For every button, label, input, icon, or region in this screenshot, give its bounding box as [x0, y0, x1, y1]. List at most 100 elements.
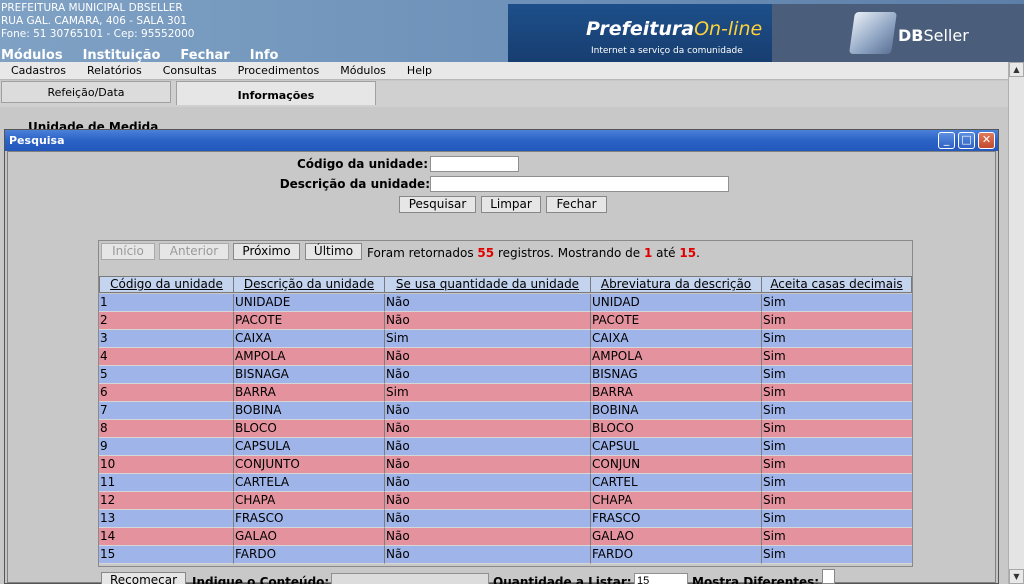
codigo-input[interactable] [430, 156, 519, 172]
results-grid: Início Anterior Próximo Último Foram ret… [98, 240, 913, 584]
quantidade-label: Quantidade a Listar: [493, 575, 632, 584]
cell-descricao: PACOTE [233, 312, 384, 330]
top-menu-modulos[interactable]: Módulos [1, 48, 63, 63]
total-count: 55 [477, 246, 495, 260]
cell-codigo: 1 [99, 294, 233, 312]
table-header: Código da unidade Descrição da unidade S… [99, 276, 912, 293]
cell-descricao: GALAO [233, 528, 384, 546]
page-scrollbar[interactable]: ▲ ▼ [1008, 62, 1024, 584]
table-row[interactable]: 12 CHAPA Não CHAPA Sim [99, 492, 912, 510]
cell-usa-quantidade: Não [384, 510, 590, 528]
quantidade-input[interactable] [634, 573, 688, 584]
menu-relatorios[interactable]: Relatórios [76, 62, 152, 79]
maximize-icon[interactable]: □ [958, 132, 975, 149]
address-line: RUA GAL. CAMARA, 406 - SALA 301 [1, 15, 188, 27]
app-header: PREFEITURA MUNICIPAL DBSELLER RUA GAL. C… [0, 0, 1024, 63]
table-row[interactable]: 9 CAPSULA Não CAPSUL Sim [99, 438, 912, 456]
table-row[interactable]: 6 BARRA Sim BARRA Sim [99, 384, 912, 402]
results-summary: Foram retornados 55 registros. Mostrando… [367, 246, 700, 260]
codigo-label: Código da unidade: [296, 157, 428, 171]
tab-refeicao-data[interactable]: Refeição/Data [1, 81, 171, 103]
col-header-codigo[interactable]: Código da unidade [99, 276, 233, 293]
table-row[interactable]: 15 FARDO Não FARDO Sim [99, 546, 912, 564]
cell-abreviatura: UNIDAD [590, 294, 761, 312]
table-row[interactable]: 7 BOBINA Não BOBINA Sim [99, 402, 912, 420]
table-row[interactable]: 11 CARTELA Não CARTEL Sim [99, 474, 912, 492]
mostra-diferentes-checkbox[interactable] [822, 569, 835, 584]
cell-codigo: 2 [99, 312, 233, 330]
cell-usa-quantidade: Não [384, 366, 590, 384]
ultimo-button[interactable]: Último [305, 243, 362, 260]
tab-informacoes[interactable]: Informações [176, 81, 376, 105]
brand-db: DB [898, 26, 924, 45]
table-row[interactable]: 1 UNIDADE Não UNIDAD Sim [99, 294, 912, 312]
tab-bar: Refeição/Data Informações [0, 81, 1008, 107]
col-header-abreviatura[interactable]: Abreviatura da descrição [590, 276, 761, 293]
cell-casas-decimais: Sim [761, 438, 912, 456]
table-row[interactable]: 13 FRASCO Não FRASCO Sim [99, 510, 912, 528]
table-row[interactable]: 8 BLOCO Não BLOCO Sim [99, 420, 912, 438]
cell-usa-quantidade: Não [384, 474, 590, 492]
cell-descricao: FARDO [233, 546, 384, 564]
cell-abreviatura: FARDO [590, 546, 761, 564]
table-row[interactable]: 14 GALAO Não GALAO Sim [99, 528, 912, 546]
pesquisar-button[interactable]: Pesquisar [399, 196, 476, 213]
cell-descricao: BARRA [233, 384, 384, 402]
col-header-casas-decimais[interactable]: Aceita casas decimais [761, 276, 912, 293]
col-header-descricao[interactable]: Descrição da unidade [233, 276, 384, 293]
table-row[interactable]: 10 CONJUNTO Não CONJUN Sim [99, 456, 912, 474]
indique-input[interactable] [331, 573, 489, 584]
cell-abreviatura: BOBINA [590, 402, 761, 420]
anterior-button[interactable]: Anterior [159, 243, 229, 260]
summary-mid: registros. Mostrando de [494, 246, 644, 260]
table-row[interactable]: 2 PACOTE Não PACOTE Sim [99, 312, 912, 330]
summary-prefix: Foram retornados [367, 246, 478, 260]
limpar-button[interactable]: Limpar [481, 196, 541, 213]
cell-descricao: CONJUNTO [233, 456, 384, 474]
window-titlebar[interactable]: Pesquisa _ □ ✕ [5, 130, 998, 151]
menu-consultas[interactable]: Consultas [152, 62, 227, 79]
scroll-up-icon[interactable]: ▲ [1009, 62, 1024, 77]
menu-procedimentos[interactable]: Procedimentos [227, 62, 330, 79]
top-menu-fechar[interactable]: Fechar [180, 48, 229, 63]
menu-modulos[interactable]: Módulos [329, 62, 396, 79]
col-header-usa-quantidade[interactable]: Se usa quantidade da unidade [384, 276, 590, 293]
close-icon[interactable]: ✕ [978, 132, 995, 149]
cell-codigo: 13 [99, 510, 233, 528]
cell-abreviatura: CARTEL [590, 474, 761, 492]
top-menu-instituicao[interactable]: Instituição [83, 48, 161, 63]
cell-usa-quantidade: Não [384, 402, 590, 420]
proximo-button[interactable]: Próximo [233, 243, 300, 260]
menu-cadastros[interactable]: Cadastros [0, 62, 76, 79]
pagination-bar: Início Anterior Próximo Último Foram ret… [99, 242, 912, 264]
cell-descricao: BOBINA [233, 402, 384, 420]
cell-abreviatura: CAIXA [590, 330, 761, 348]
fechar-button[interactable]: Fechar [546, 196, 607, 213]
descricao-input[interactable] [430, 176, 729, 192]
cell-usa-quantidade: Não [384, 348, 590, 366]
cell-usa-quantidade: Não [384, 294, 590, 312]
recomecar-button[interactable]: Recomeçar [101, 572, 186, 584]
mostra-diferentes-label: Mostra Diferentes: [692, 575, 820, 584]
cell-descricao: CARTELA [233, 474, 384, 492]
cell-abreviatura: CONJUN [590, 456, 761, 474]
cell-codigo: 3 [99, 330, 233, 348]
cell-abreviatura: GALAO [590, 528, 761, 546]
table-row[interactable]: 3 CAIXA Sim CAIXA Sim [99, 330, 912, 348]
cell-codigo: 4 [99, 348, 233, 366]
cell-abreviatura: FRASCO [590, 510, 761, 528]
cell-casas-decimais: Sim [761, 474, 912, 492]
cell-codigo: 10 [99, 456, 233, 474]
indique-label: Indique o Conteúdo: [192, 575, 330, 584]
table-row[interactable]: 5 BISNAGA Não BISNAG Sim [99, 366, 912, 384]
scroll-down-icon[interactable]: ▼ [1009, 569, 1024, 584]
cell-casas-decimais: Sim [761, 492, 912, 510]
cell-abreviatura: BARRA [590, 384, 761, 402]
top-menu-info[interactable]: Info [250, 48, 279, 63]
menu-help[interactable]: Help [396, 62, 442, 79]
inicio-button[interactable]: Início [101, 243, 155, 260]
cell-codigo: 12 [99, 492, 233, 510]
cell-codigo: 15 [99, 546, 233, 564]
minimize-icon[interactable]: _ [938, 132, 955, 149]
table-row[interactable]: 4 AMPOLA Não AMPOLA Sim [99, 348, 912, 366]
